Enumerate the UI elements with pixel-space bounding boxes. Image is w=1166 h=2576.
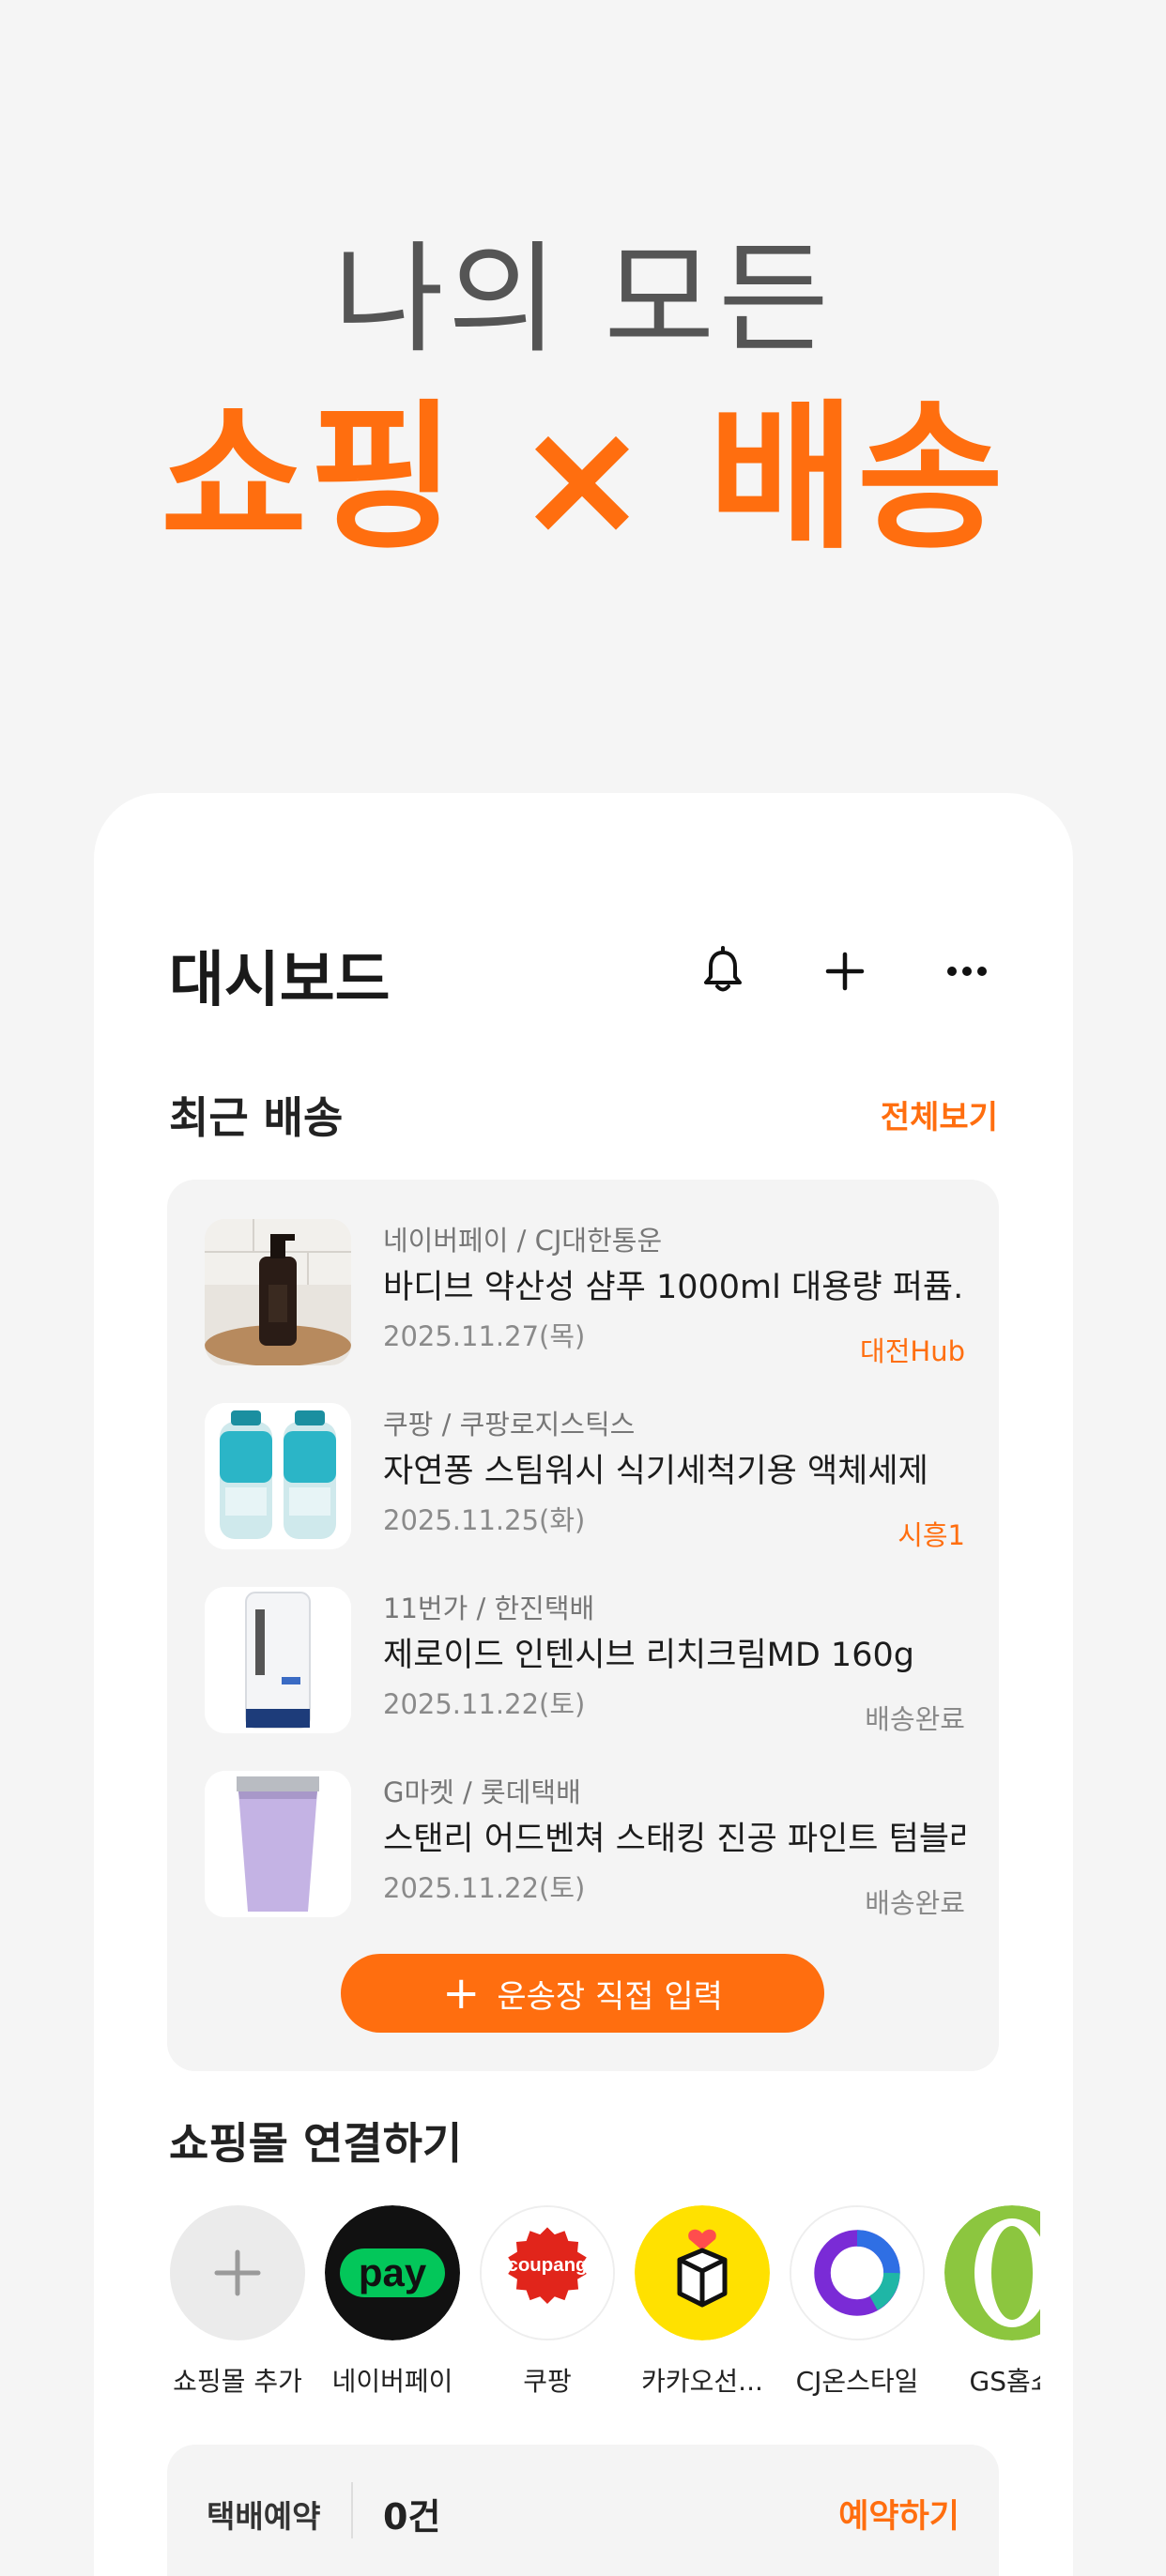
delivery-date: 2025.11.22(토) [383, 1688, 586, 1720]
plus-icon: + [442, 1967, 481, 2020]
recent-deliveries-title: 최근 배송 [169, 1092, 344, 1143]
coupang-logo: coupang [480, 2205, 615, 2340]
delivery-row[interactable]: 쿠팡 / 쿠팡로지스틱스 자연퐁 스팀워시 식기세척기용 액체세제 2025.1… [205, 1403, 965, 1553]
mall-label: 네이버페이 [331, 2366, 453, 2397]
manual-tracking-input-button[interactable]: + 운송장 직접 입력 [341, 1954, 824, 2033]
hero-subheadline: 쇼핑 × 배송 [160, 386, 1006, 572]
mall-item-add[interactable]: 쇼핑몰 추가 [167, 2205, 308, 2399]
delivery-status: 배송완료 [865, 1703, 965, 1735]
divider [351, 2482, 353, 2538]
manual-tracking-input-label: 운송장 직접 입력 [497, 1977, 723, 2016]
delivery-source: 네이버페이 / CJ대한통운 [383, 1225, 663, 1257]
reservation-label: 택배예약 [207, 2498, 321, 2535]
delivery-date: 2025.11.27(목) [383, 1320, 586, 1352]
mall-label: CJ온스타일 [795, 2366, 919, 2397]
cjonstyle-logo [790, 2205, 925, 2340]
mall-item-coupang[interactable]: coupang 쿠팡 [477, 2205, 618, 2399]
delivery-status: 대전Hub [860, 1335, 965, 1367]
product-thumbnail-detergent [205, 1403, 351, 1549]
kakao-gift-logo [635, 2205, 770, 2340]
delivery-product-name: 스탠리 어드벤쳐 스태킹 진공 파인트 텀블러 [383, 1821, 965, 1858]
delivery-source: G마켓 / 롯데택배 [383, 1776, 581, 1808]
product-thumbnail-cream [205, 1587, 351, 1733]
delivery-source: 쿠팡 / 쿠팡로지스틱스 [383, 1409, 636, 1440]
gsshop-logo [944, 2205, 1040, 2340]
naverpay-logo: pay [325, 2205, 460, 2340]
mall-label: 카카오선... [641, 2366, 763, 2397]
page-title: 대시보드 [169, 946, 391, 1015]
delivery-date: 2025.11.25(화) [383, 1504, 586, 1536]
delivery-product-name: 바디브 약산성 샴푸 1000ml 대용량 퍼퓸... [383, 1269, 965, 1306]
product-thumbnail-shampoo [205, 1219, 351, 1365]
plus-icon[interactable] [817, 943, 873, 999]
more-icon[interactable] [939, 943, 995, 999]
mall-label: 쿠팡 [523, 2366, 572, 2397]
add-icon [170, 2205, 305, 2340]
mall-item-kakao-gift[interactable]: 카카오선... [632, 2205, 773, 2399]
bell-icon[interactable] [695, 943, 751, 999]
delivery-product-name: 제로이드 인텐시브 리치크림MD 160g [383, 1637, 914, 1674]
reserve-button[interactable]: 예약하기 [838, 2490, 959, 2538]
naverpay-text: pay [359, 2250, 427, 2294]
delivery-status: 시흥1 [898, 1519, 965, 1551]
product-thumbnail-tumbler [205, 1771, 351, 1917]
mall-item-cjonstyle[interactable]: CJ온스타일 [787, 2205, 928, 2399]
delivery-source: 11번가 / 한진택배 [383, 1593, 595, 1624]
phone-screen: 대시보드 최근 배송 전체보기 네이버페이 / CJ대한통운 바디브 약산성 샴… [94, 793, 1073, 2576]
delivery-row[interactable]: G마켓 / 롯데택배 스탠리 어드벤쳐 스태킹 진공 파인트 텀블러 2025.… [205, 1771, 965, 1921]
delivery-row[interactable]: 네이버페이 / CJ대한통운 바디브 약산성 샴푸 1000ml 대용량 퍼퓸.… [205, 1219, 965, 1369]
delivery-product-name: 자연퐁 스팀워시 식기세척기용 액체세제 [383, 1453, 928, 1490]
coupang-text: coupang [507, 2255, 587, 2276]
mall-label: GS홈쇼 [969, 2366, 1041, 2397]
mall-label: 쇼핑몰 추가 [173, 2366, 302, 2397]
parcel-reservation-bar: 택배예약 0건 예약하기 [167, 2445, 999, 2576]
hero-headline: 나의 모든 [333, 230, 833, 370]
delivery-row[interactable]: 11번가 / 한진택배 제로이드 인텐시브 리치크림MD 160g 2025.1… [205, 1587, 965, 1737]
delivery-date: 2025.11.22(토) [383, 1872, 586, 1904]
mall-item-gsshop[interactable]: GS홈쇼 [942, 2205, 1040, 2399]
see-all-link[interactable]: 전체보기 [881, 1091, 998, 1137]
delivery-list: 네이버페이 / CJ대한통운 바디브 약산성 샴푸 1000ml 대용량 퍼퓸.… [167, 1180, 999, 2071]
delivery-status: 배송완료 [865, 1887, 965, 1919]
mall-item-naverpay[interactable]: pay 네이버페이 [322, 2205, 463, 2399]
connect-malls-title: 쇼핑몰 연결하기 [169, 2118, 463, 2169]
reservation-count: 0건 [383, 2496, 441, 2538]
mall-list: 쇼핑몰 추가 pay 네이버페이 coupang 쿠팡 카카오선... CJ온스… [167, 2205, 1040, 2412]
